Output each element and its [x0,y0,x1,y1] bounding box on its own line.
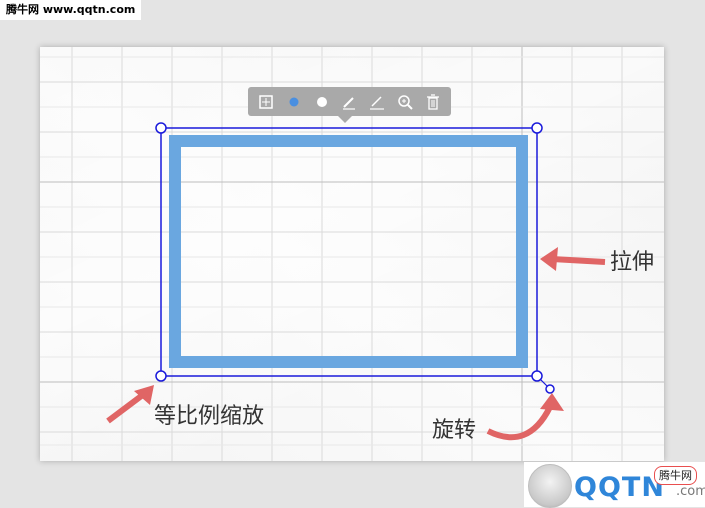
trash-icon[interactable] [423,92,443,112]
color-dot-white-icon[interactable] [312,92,332,112]
shape-toolbar [248,87,451,123]
logo-emblem-icon [528,464,572,508]
stretch-label: 拉伸 [610,250,655,275]
proportional-scale-label: 等比例缩放 [154,404,265,429]
rotate-label: 旋转 [432,418,477,443]
line-icon[interactable] [367,92,387,112]
resize-handle-bottom-left [155,370,167,382]
pen-icon[interactable] [339,92,359,112]
site-watermark: 腾牛网 www.qqtn.com [0,0,142,20]
qqtn-logo: QQTN 腾牛网 .com [524,462,705,508]
selection-box [160,127,538,377]
logo-suffix: .com [676,484,705,499]
zoom-in-icon[interactable] [395,92,415,112]
resize-handle-top-left [155,122,167,134]
crop-icon[interactable] [256,92,276,112]
resize-handle-top-right [531,122,543,134]
color-dot-blue-icon[interactable] [284,92,304,112]
rotate-handle [545,384,555,394]
logo-badge: 腾牛网 [654,466,697,485]
drawn-rectangle [169,135,528,368]
logo-text: QQTN [574,472,665,503]
